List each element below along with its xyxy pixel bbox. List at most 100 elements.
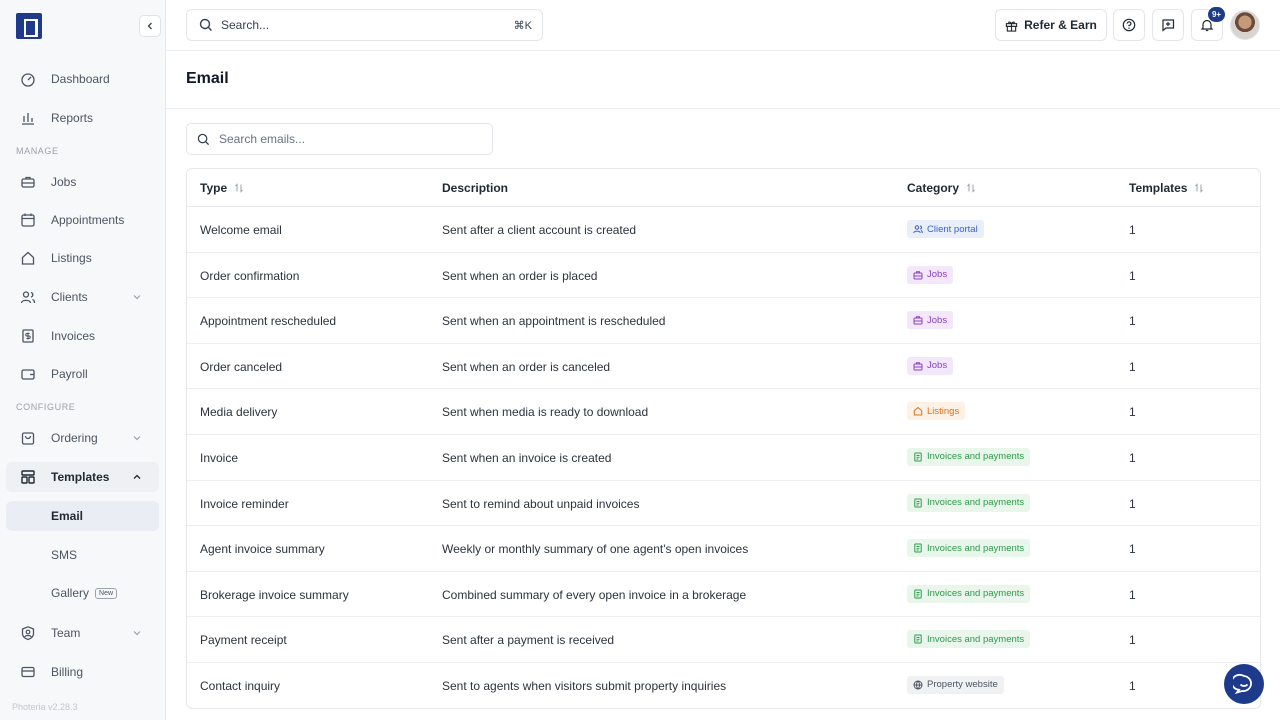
category-badge: Listings: [907, 402, 966, 421]
topbar: Search... ⌘K Refer & Earn 9+: [166, 0, 1280, 51]
category-badge: Jobs: [907, 311, 954, 330]
table-row[interactable]: Contact inquiry Sent to agents when visit…: [187, 663, 1260, 708]
users-icon: [20, 289, 36, 305]
table-header: Type Description Category Templates: [187, 169, 1260, 207]
home-icon: [913, 407, 923, 416]
cell-category: Jobs: [907, 311, 954, 330]
column-header-type[interactable]: Type: [200, 181, 244, 195]
sidebar-item-dashboard[interactable]: Dashboard: [6, 64, 159, 94]
category-label: Invoices and payments: [927, 633, 1025, 645]
collapse-sidebar-button[interactable]: [139, 15, 161, 37]
users-icon: [913, 225, 923, 234]
category-label: Invoices and payments: [927, 451, 1025, 463]
table-row[interactable]: Order canceled Sent when an order is canc…: [187, 344, 1260, 390]
refer-earn-button[interactable]: Refer & Earn: [995, 9, 1107, 41]
chevron-down-icon: [133, 436, 141, 441]
cell-type: Order canceled: [200, 359, 283, 374]
support-chat-button[interactable]: [1224, 664, 1264, 704]
sidebar-item-team[interactable]: Team: [6, 618, 159, 648]
sidebar-item-jobs[interactable]: Jobs: [6, 167, 159, 197]
sidebar-item-ordering[interactable]: Ordering: [6, 423, 159, 453]
sidebar-item-label: Ordering: [51, 431, 98, 445]
invoice-icon: [914, 589, 922, 599]
category-label: Jobs: [927, 269, 948, 281]
sidebar-subitem-sms[interactable]: SMS: [6, 540, 159, 570]
category-badge: Jobs: [907, 356, 954, 375]
cell-templates-count: 1: [1129, 359, 1136, 374]
global-search[interactable]: Search... ⌘K: [186, 9, 543, 41]
category-label: Listings: [927, 405, 960, 417]
category-badge: Invoices and payments: [907, 584, 1031, 603]
cell-description: Sent when an invoice is created: [442, 450, 612, 465]
sidebar-item-billing[interactable]: Billing: [6, 657, 159, 687]
email-search-input[interactable]: [219, 132, 479, 146]
table-row[interactable]: Welcome email Sent after a client account…: [187, 207, 1260, 253]
invoice-icon: [914, 543, 922, 553]
table-row[interactable]: Payment receipt Sent after a payment is r…: [187, 617, 1260, 663]
sidebar-item-clients[interactable]: Clients: [6, 282, 159, 312]
cell-category: Invoices and payments: [907, 584, 1031, 603]
cell-type: Agent invoice summary: [200, 542, 325, 557]
category-badge: Invoices and payments: [907, 630, 1031, 649]
briefcase-icon: [913, 270, 923, 280]
cell-templates-count: 1: [1129, 587, 1136, 602]
category-label: Invoices and payments: [927, 542, 1025, 554]
search-icon: [199, 18, 212, 31]
sidebar-item-templates[interactable]: Templates: [6, 462, 159, 492]
sidebar-item-invoices[interactable]: Invoices: [6, 321, 159, 351]
cell-category: Invoices and payments: [907, 630, 1031, 649]
cell-type: Contact inquiry: [200, 678, 281, 693]
table-row[interactable]: Order confirmation Sent when an order is …: [187, 253, 1260, 299]
cell-type: Order confirmation: [200, 268, 300, 283]
sidebar-item-label: Billing: [51, 665, 84, 679]
new-badge: New: [95, 587, 118, 599]
sidebar-subitem-email[interactable]: Email: [6, 501, 159, 531]
table-row[interactable]: Invoice Sent when an invoice is created In…: [187, 435, 1260, 481]
cell-category: Jobs: [907, 265, 954, 284]
category-label: Client portal: [927, 223, 978, 235]
sidebar-item-appointments[interactable]: Appointments: [6, 205, 159, 235]
cell-category: Property website: [907, 675, 1004, 694]
chevron-up-icon: [133, 474, 141, 479]
help-button[interactable]: [1113, 9, 1145, 41]
email-search-field[interactable]: [186, 123, 493, 155]
column-header-category[interactable]: Category: [907, 181, 976, 195]
sidebar-item-label: Team: [51, 626, 81, 640]
column-label: Templates: [1129, 181, 1188, 195]
cell-type: Welcome email: [200, 223, 282, 237]
category-label: Invoices and payments: [927, 588, 1025, 600]
table-row[interactable]: Appointment rescheduled Sent when an appo…: [187, 298, 1260, 344]
table-row[interactable]: Brokerage invoice summary Combined summar…: [187, 572, 1260, 618]
cell-templates-count: 1: [1129, 542, 1136, 557]
table-row[interactable]: Invoice reminder Sent to remind about unp…: [187, 481, 1260, 527]
email-templates-table: Type Description Category Templates Welc…: [186, 168, 1261, 709]
sidebar-item-listings[interactable]: Listings: [6, 243, 159, 273]
cell-templates-count: 1: [1129, 268, 1136, 283]
sidebar-subitem-gallery[interactable]: Gallery New: [6, 578, 159, 608]
help-circle-icon: [1122, 18, 1136, 32]
message-plus-icon: [1162, 19, 1175, 32]
column-header-templates[interactable]: Templates: [1129, 181, 1204, 195]
user-avatar[interactable]: [1230, 10, 1260, 40]
category-badge: Client portal: [907, 220, 984, 238]
chat-icon: [1233, 673, 1252, 695]
invoice-icon: [20, 328, 36, 344]
table-row[interactable]: Media delivery Sent when media is ready t…: [187, 389, 1260, 435]
bar-chart-icon: [20, 110, 36, 126]
feedback-button[interactable]: [1152, 9, 1184, 41]
sidebar: Dashboard Reports MANAGE Jobs Appointmen…: [0, 0, 166, 720]
sidebar-item-label: Appointments: [51, 213, 125, 227]
sidebar-item-reports[interactable]: Reports: [6, 103, 159, 133]
table-row[interactable]: Agent invoice summary Weekly or monthly s…: [187, 526, 1260, 572]
cell-type: Media delivery: [200, 405, 278, 420]
sidebar-item-payroll[interactable]: Payroll: [6, 359, 159, 389]
category-badge: Invoices and payments: [907, 493, 1031, 512]
refer-earn-label: Refer & Earn: [1024, 18, 1097, 32]
sort-icon: [235, 183, 243, 193]
sidebar-item-label: Email: [51, 509, 84, 523]
user-circle-icon: [20, 625, 36, 641]
category-badge: Invoices and payments: [907, 447, 1031, 466]
cell-description: Sent when media is ready to download: [442, 405, 649, 420]
brand-logo[interactable]: [16, 13, 42, 39]
cell-category: Listings: [907, 402, 966, 421]
